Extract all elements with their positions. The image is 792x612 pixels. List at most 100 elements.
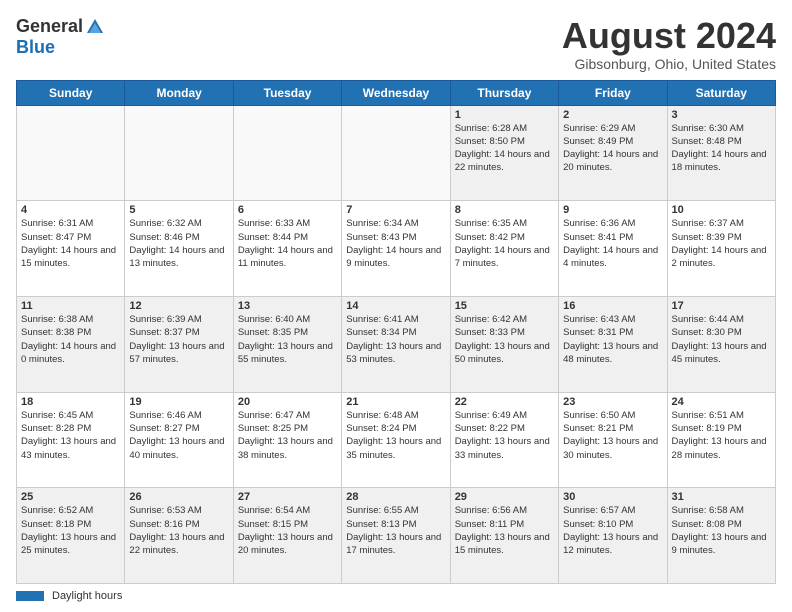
footer: Daylight hours [16,588,776,604]
calendar-day: 6Sunrise: 6:33 AMSunset: 8:44 PMDaylight… [233,201,341,297]
day-info: Sunrise: 6:42 AMSunset: 8:33 PMDaylight:… [455,313,554,366]
day-info: Sunrise: 6:46 AMSunset: 8:27 PMDaylight:… [129,409,228,462]
calendar-day: 12Sunrise: 6:39 AMSunset: 8:37 PMDayligh… [125,296,233,392]
calendar-day: 4Sunrise: 6:31 AMSunset: 8:47 PMDaylight… [17,201,125,297]
month-title: August 2024 [562,16,776,56]
day-info: Sunrise: 6:49 AMSunset: 8:22 PMDaylight:… [455,409,554,462]
day-number: 9 [563,204,662,216]
calendar-table: Sunday Monday Tuesday Wednesday Thursday… [16,80,776,584]
day-info: Sunrise: 6:34 AMSunset: 8:43 PMDaylight:… [346,217,445,270]
day-info: Sunrise: 6:57 AMSunset: 8:10 PMDaylight:… [563,504,662,557]
day-number: 7 [346,204,445,216]
calendar-day: 7Sunrise: 6:34 AMSunset: 8:43 PMDaylight… [342,201,450,297]
day-info: Sunrise: 6:44 AMSunset: 8:30 PMDaylight:… [672,313,771,366]
day-info: Sunrise: 6:48 AMSunset: 8:24 PMDaylight:… [346,409,445,462]
day-number: 18 [21,396,120,408]
day-info: Sunrise: 6:51 AMSunset: 8:19 PMDaylight:… [672,409,771,462]
day-info: Sunrise: 6:47 AMSunset: 8:25 PMDaylight:… [238,409,337,462]
day-number: 29 [455,491,554,503]
day-number: 21 [346,396,445,408]
day-info: Sunrise: 6:53 AMSunset: 8:16 PMDaylight:… [129,504,228,557]
day-info: Sunrise: 6:30 AMSunset: 8:48 PMDaylight:… [672,122,771,175]
calendar-day: 19Sunrise: 6:46 AMSunset: 8:27 PMDayligh… [125,392,233,488]
calendar-day: 28Sunrise: 6:55 AMSunset: 8:13 PMDayligh… [342,488,450,584]
day-number: 30 [563,491,662,503]
calendar-day: 24Sunrise: 6:51 AMSunset: 8:19 PMDayligh… [667,392,775,488]
calendar-header-row: Sunday Monday Tuesday Wednesday Thursday… [17,80,776,105]
day-number: 1 [455,109,554,121]
calendar-week-row: 25Sunrise: 6:52 AMSunset: 8:18 PMDayligh… [17,488,776,584]
day-info: Sunrise: 6:35 AMSunset: 8:42 PMDaylight:… [455,217,554,270]
day-number: 20 [238,396,337,408]
day-info: Sunrise: 6:37 AMSunset: 8:39 PMDaylight:… [672,217,771,270]
day-number: 11 [21,300,120,312]
legend-text: Daylight hours [52,590,122,602]
day-info: Sunrise: 6:41 AMSunset: 8:34 PMDaylight:… [346,313,445,366]
day-number: 16 [563,300,662,312]
calendar-day: 10Sunrise: 6:37 AMSunset: 8:39 PMDayligh… [667,201,775,297]
col-thursday: Thursday [450,80,558,105]
calendar-day: 25Sunrise: 6:52 AMSunset: 8:18 PMDayligh… [17,488,125,584]
day-number: 19 [129,396,228,408]
day-number: 28 [346,491,445,503]
day-info: Sunrise: 6:33 AMSunset: 8:44 PMDaylight:… [238,217,337,270]
day-number: 2 [563,109,662,121]
calendar-day: 3Sunrise: 6:30 AMSunset: 8:48 PMDaylight… [667,105,775,201]
day-info: Sunrise: 6:40 AMSunset: 8:35 PMDaylight:… [238,313,337,366]
col-friday: Friday [559,80,667,105]
calendar-day: 21Sunrise: 6:48 AMSunset: 8:24 PMDayligh… [342,392,450,488]
day-info: Sunrise: 6:50 AMSunset: 8:21 PMDaylight:… [563,409,662,462]
day-number: 26 [129,491,228,503]
day-info: Sunrise: 6:28 AMSunset: 8:50 PMDaylight:… [455,122,554,175]
day-number: 12 [129,300,228,312]
col-wednesday: Wednesday [342,80,450,105]
day-info: Sunrise: 6:39 AMSunset: 8:37 PMDaylight:… [129,313,228,366]
day-info: Sunrise: 6:38 AMSunset: 8:38 PMDaylight:… [21,313,120,366]
page: General Blue August 2024 Gibsonburg, Ohi… [0,0,792,612]
calendar-week-row: 4Sunrise: 6:31 AMSunset: 8:47 PMDaylight… [17,201,776,297]
day-number: 25 [21,491,120,503]
calendar-day [17,105,125,201]
day-info: Sunrise: 6:55 AMSunset: 8:13 PMDaylight:… [346,504,445,557]
col-tuesday: Tuesday [233,80,341,105]
title-block: August 2024 Gibsonburg, Ohio, United Sta… [562,16,776,72]
day-number: 3 [672,109,771,121]
day-info: Sunrise: 6:45 AMSunset: 8:28 PMDaylight:… [21,409,120,462]
day-number: 14 [346,300,445,312]
day-info: Sunrise: 6:43 AMSunset: 8:31 PMDaylight:… [563,313,662,366]
calendar-day [342,105,450,201]
day-info: Sunrise: 6:56 AMSunset: 8:11 PMDaylight:… [455,504,554,557]
legend-bar [16,591,44,601]
calendar-day: 20Sunrise: 6:47 AMSunset: 8:25 PMDayligh… [233,392,341,488]
day-number: 24 [672,396,771,408]
day-number: 6 [238,204,337,216]
calendar-day: 18Sunrise: 6:45 AMSunset: 8:28 PMDayligh… [17,392,125,488]
calendar-day: 27Sunrise: 6:54 AMSunset: 8:15 PMDayligh… [233,488,341,584]
calendar-day: 9Sunrise: 6:36 AMSunset: 8:41 PMDaylight… [559,201,667,297]
day-number: 27 [238,491,337,503]
logo-icon [85,17,105,37]
calendar-day: 23Sunrise: 6:50 AMSunset: 8:21 PMDayligh… [559,392,667,488]
day-number: 22 [455,396,554,408]
day-info: Sunrise: 6:36 AMSunset: 8:41 PMDaylight:… [563,217,662,270]
calendar-day: 16Sunrise: 6:43 AMSunset: 8:31 PMDayligh… [559,296,667,392]
col-sunday: Sunday [17,80,125,105]
calendar-week-row: 18Sunrise: 6:45 AMSunset: 8:28 PMDayligh… [17,392,776,488]
day-number: 13 [238,300,337,312]
day-number: 10 [672,204,771,216]
calendar-week-row: 11Sunrise: 6:38 AMSunset: 8:38 PMDayligh… [17,296,776,392]
day-info: Sunrise: 6:58 AMSunset: 8:08 PMDaylight:… [672,504,771,557]
day-number: 5 [129,204,228,216]
calendar-day [125,105,233,201]
location: Gibsonburg, Ohio, United States [562,56,776,72]
calendar-day [233,105,341,201]
day-number: 15 [455,300,554,312]
calendar-day: 26Sunrise: 6:53 AMSunset: 8:16 PMDayligh… [125,488,233,584]
day-info: Sunrise: 6:54 AMSunset: 8:15 PMDaylight:… [238,504,337,557]
col-monday: Monday [125,80,233,105]
day-number: 4 [21,204,120,216]
calendar-day: 1Sunrise: 6:28 AMSunset: 8:50 PMDaylight… [450,105,558,201]
calendar-day: 29Sunrise: 6:56 AMSunset: 8:11 PMDayligh… [450,488,558,584]
calendar-day: 22Sunrise: 6:49 AMSunset: 8:22 PMDayligh… [450,392,558,488]
calendar-day: 15Sunrise: 6:42 AMSunset: 8:33 PMDayligh… [450,296,558,392]
